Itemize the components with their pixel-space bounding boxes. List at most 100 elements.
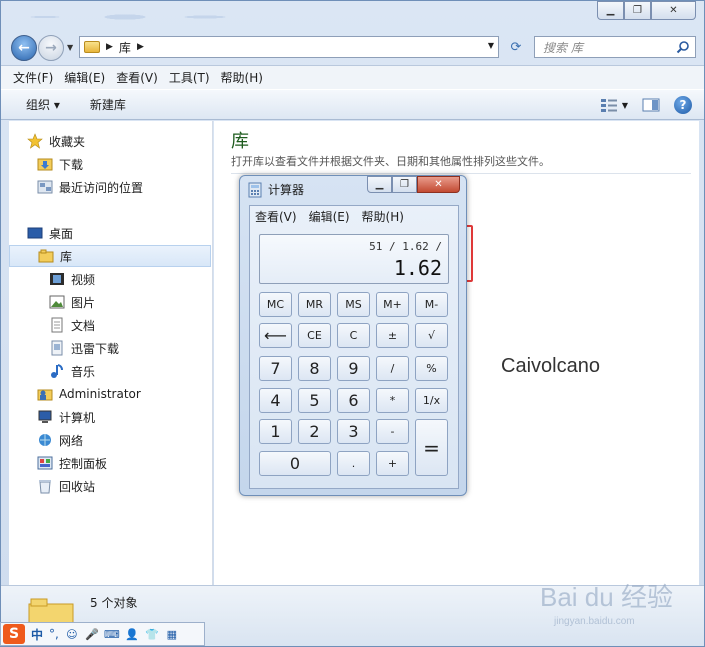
calc-menu-view[interactable]: 查看(V)	[255, 208, 297, 225]
key-add[interactable]: +	[376, 451, 409, 476]
desktop-ghost-icons	[15, 3, 235, 31]
key-0[interactable]: 0	[259, 451, 331, 476]
organize-button[interactable]: 组织 ▾	[26, 96, 60, 113]
calculator-maximize-button[interactable]: ❐	[392, 176, 417, 193]
search-input[interactable]: 搜索 库	[534, 36, 696, 58]
nav-label: 网络	[59, 433, 84, 448]
document-library-icon	[51, 317, 63, 333]
nav-documents[interactable]: 文档	[9, 314, 211, 336]
recent-pages-dropdown[interactable]: ▼	[67, 43, 73, 52]
nav-computer[interactable]: 计算机	[9, 406, 211, 428]
calculator-minimize-button[interactable]: ▁	[367, 176, 392, 193]
breadcrumb-library[interactable]: 库	[119, 39, 131, 56]
key-ce[interactable]: CE	[298, 323, 331, 348]
nav-administrator[interactable]: Administrator	[9, 383, 211, 405]
music-library-icon	[51, 364, 63, 378]
preview-pane-icon[interactable]	[642, 98, 660, 112]
calculator-menu: 查看(V) 编辑(E) 帮助(H)	[255, 208, 404, 225]
key-7[interactable]: 7	[259, 356, 292, 381]
maximize-button[interactable]: ❐	[624, 1, 651, 20]
menu-file[interactable]: 文件(F)	[13, 69, 53, 86]
key-ms[interactable]: MS	[337, 292, 370, 317]
key-2[interactable]: 2	[298, 419, 331, 444]
nav-label: 计算机	[59, 410, 96, 425]
key-backspace[interactable]: ⟵	[259, 323, 292, 348]
menu-view[interactable]: 查看(V)	[116, 69, 158, 86]
emoji-icon[interactable]: ☺	[65, 627, 79, 641]
key-6[interactable]: 6	[337, 388, 370, 413]
forward-button[interactable]: →	[38, 35, 64, 61]
nav-xunlei[interactable]: 迅雷下载	[9, 337, 211, 359]
menu-help[interactable]: 帮助(H)	[221, 69, 263, 86]
key-subtract[interactable]: -	[376, 419, 409, 444]
nav-pictures[interactable]: 图片	[9, 291, 211, 313]
key-3[interactable]: 3	[337, 419, 370, 444]
nav-music[interactable]: 音乐	[9, 360, 211, 382]
key-m-plus[interactable]: M+	[376, 292, 409, 317]
nav-downloads[interactable]: 下载	[9, 153, 211, 175]
chevron-right-icon[interactable]: ▶	[137, 42, 144, 52]
key-1[interactable]: 1	[259, 419, 292, 444]
key-5[interactable]: 5	[298, 388, 331, 413]
new-library-button[interactable]: 新建库	[90, 96, 126, 113]
nav-label: 控制面板	[59, 456, 108, 471]
key-m-minus[interactable]: M-	[415, 292, 448, 317]
sogou-logo-icon[interactable]: S	[3, 624, 25, 644]
user-account-icon[interactable]: 👤	[125, 627, 139, 641]
divider	[231, 173, 691, 174]
nav-libraries[interactable]: 库	[9, 245, 211, 267]
navigation-pane: 收藏夹 下载 最近访问的位置 桌面 库 视频 图片 文档 迅雷下载 音乐 Adm…	[9, 121, 213, 585]
refresh-icon[interactable]: ⟳	[505, 36, 527, 58]
key-4[interactable]: 4	[259, 388, 292, 413]
ime-language-toggle[interactable]: 中	[31, 626, 43, 643]
skin-shirt-icon[interactable]: 👕	[145, 627, 159, 641]
key-multiply[interactable]: *	[376, 388, 409, 413]
menu-tools[interactable]: 工具(T)	[169, 69, 210, 86]
grid-menu-icon[interactable]: ▦	[165, 627, 179, 641]
key-divide[interactable]: /	[376, 356, 409, 381]
key-decimal[interactable]: .	[337, 451, 370, 476]
back-button[interactable]: ←	[11, 35, 37, 61]
nav-videos[interactable]: 视频	[9, 268, 211, 290]
close-button[interactable]: ✕	[651, 1, 696, 20]
watermark-url: jingyan.baidu.com	[553, 616, 635, 627]
nav-label: 文档	[71, 318, 96, 333]
key-percent[interactable]: %	[415, 356, 448, 381]
key-equals[interactable]: =	[415, 419, 448, 476]
nav-blank-area	[21, 494, 173, 570]
key-mr[interactable]: MR	[298, 292, 331, 317]
menu-edit[interactable]: 编辑(E)	[64, 69, 105, 86]
address-dropdown-icon[interactable]: ▼	[488, 41, 494, 50]
key-sqrt[interactable]: √	[415, 323, 448, 348]
calc-menu-edit[interactable]: 编辑(E)	[309, 208, 350, 225]
nav-desktop[interactable]: 桌面	[9, 222, 211, 244]
help-icon[interactable]: ?	[674, 96, 692, 114]
calculator-close-button[interactable]: ✕	[417, 176, 460, 193]
item-count: 5 个对象	[90, 596, 138, 610]
nav-recent[interactable]: 最近访问的位置	[9, 176, 211, 198]
key-plus-minus[interactable]: ±	[376, 323, 409, 348]
key-mc[interactable]: MC	[259, 292, 292, 317]
key-c[interactable]: C	[337, 323, 370, 348]
nav-control-panel[interactable]: 控制面板	[9, 452, 211, 474]
calc-menu-help[interactable]: 帮助(H)	[362, 208, 404, 225]
calculator-body: 查看(V) 编辑(E) 帮助(H) 51 / 1.62 / 1.62 MC MR…	[249, 205, 459, 489]
search-placeholder: 搜索 库	[543, 40, 583, 55]
ime-punctuation-toggle[interactable]: °,	[49, 627, 59, 641]
key-reciprocal[interactable]: 1/x	[415, 388, 448, 413]
view-dropdown-icon[interactable]: ▼	[622, 101, 628, 110]
result-readout: 1.62	[393, 256, 442, 280]
overlay-text: Caivolcano	[501, 355, 600, 377]
keyboard-icon[interactable]: ⌨	[104, 627, 120, 641]
key-8[interactable]: 8	[298, 356, 331, 381]
nav-favorites[interactable]: 收藏夹	[9, 130, 211, 152]
microphone-icon[interactable]: 🎤	[85, 627, 99, 641]
nav-label: 图片	[71, 295, 96, 310]
address-bar[interactable]: ▶ 库 ▶ ▼	[79, 36, 499, 58]
search-icon[interactable]	[676, 40, 690, 54]
view-options-icon[interactable]	[600, 98, 618, 112]
nav-network[interactable]: 网络	[9, 429, 211, 451]
key-9[interactable]: 9	[337, 356, 370, 381]
chevron-right-icon[interactable]: ▶	[106, 42, 113, 52]
minimize-button[interactable]: ▁	[597, 1, 624, 20]
